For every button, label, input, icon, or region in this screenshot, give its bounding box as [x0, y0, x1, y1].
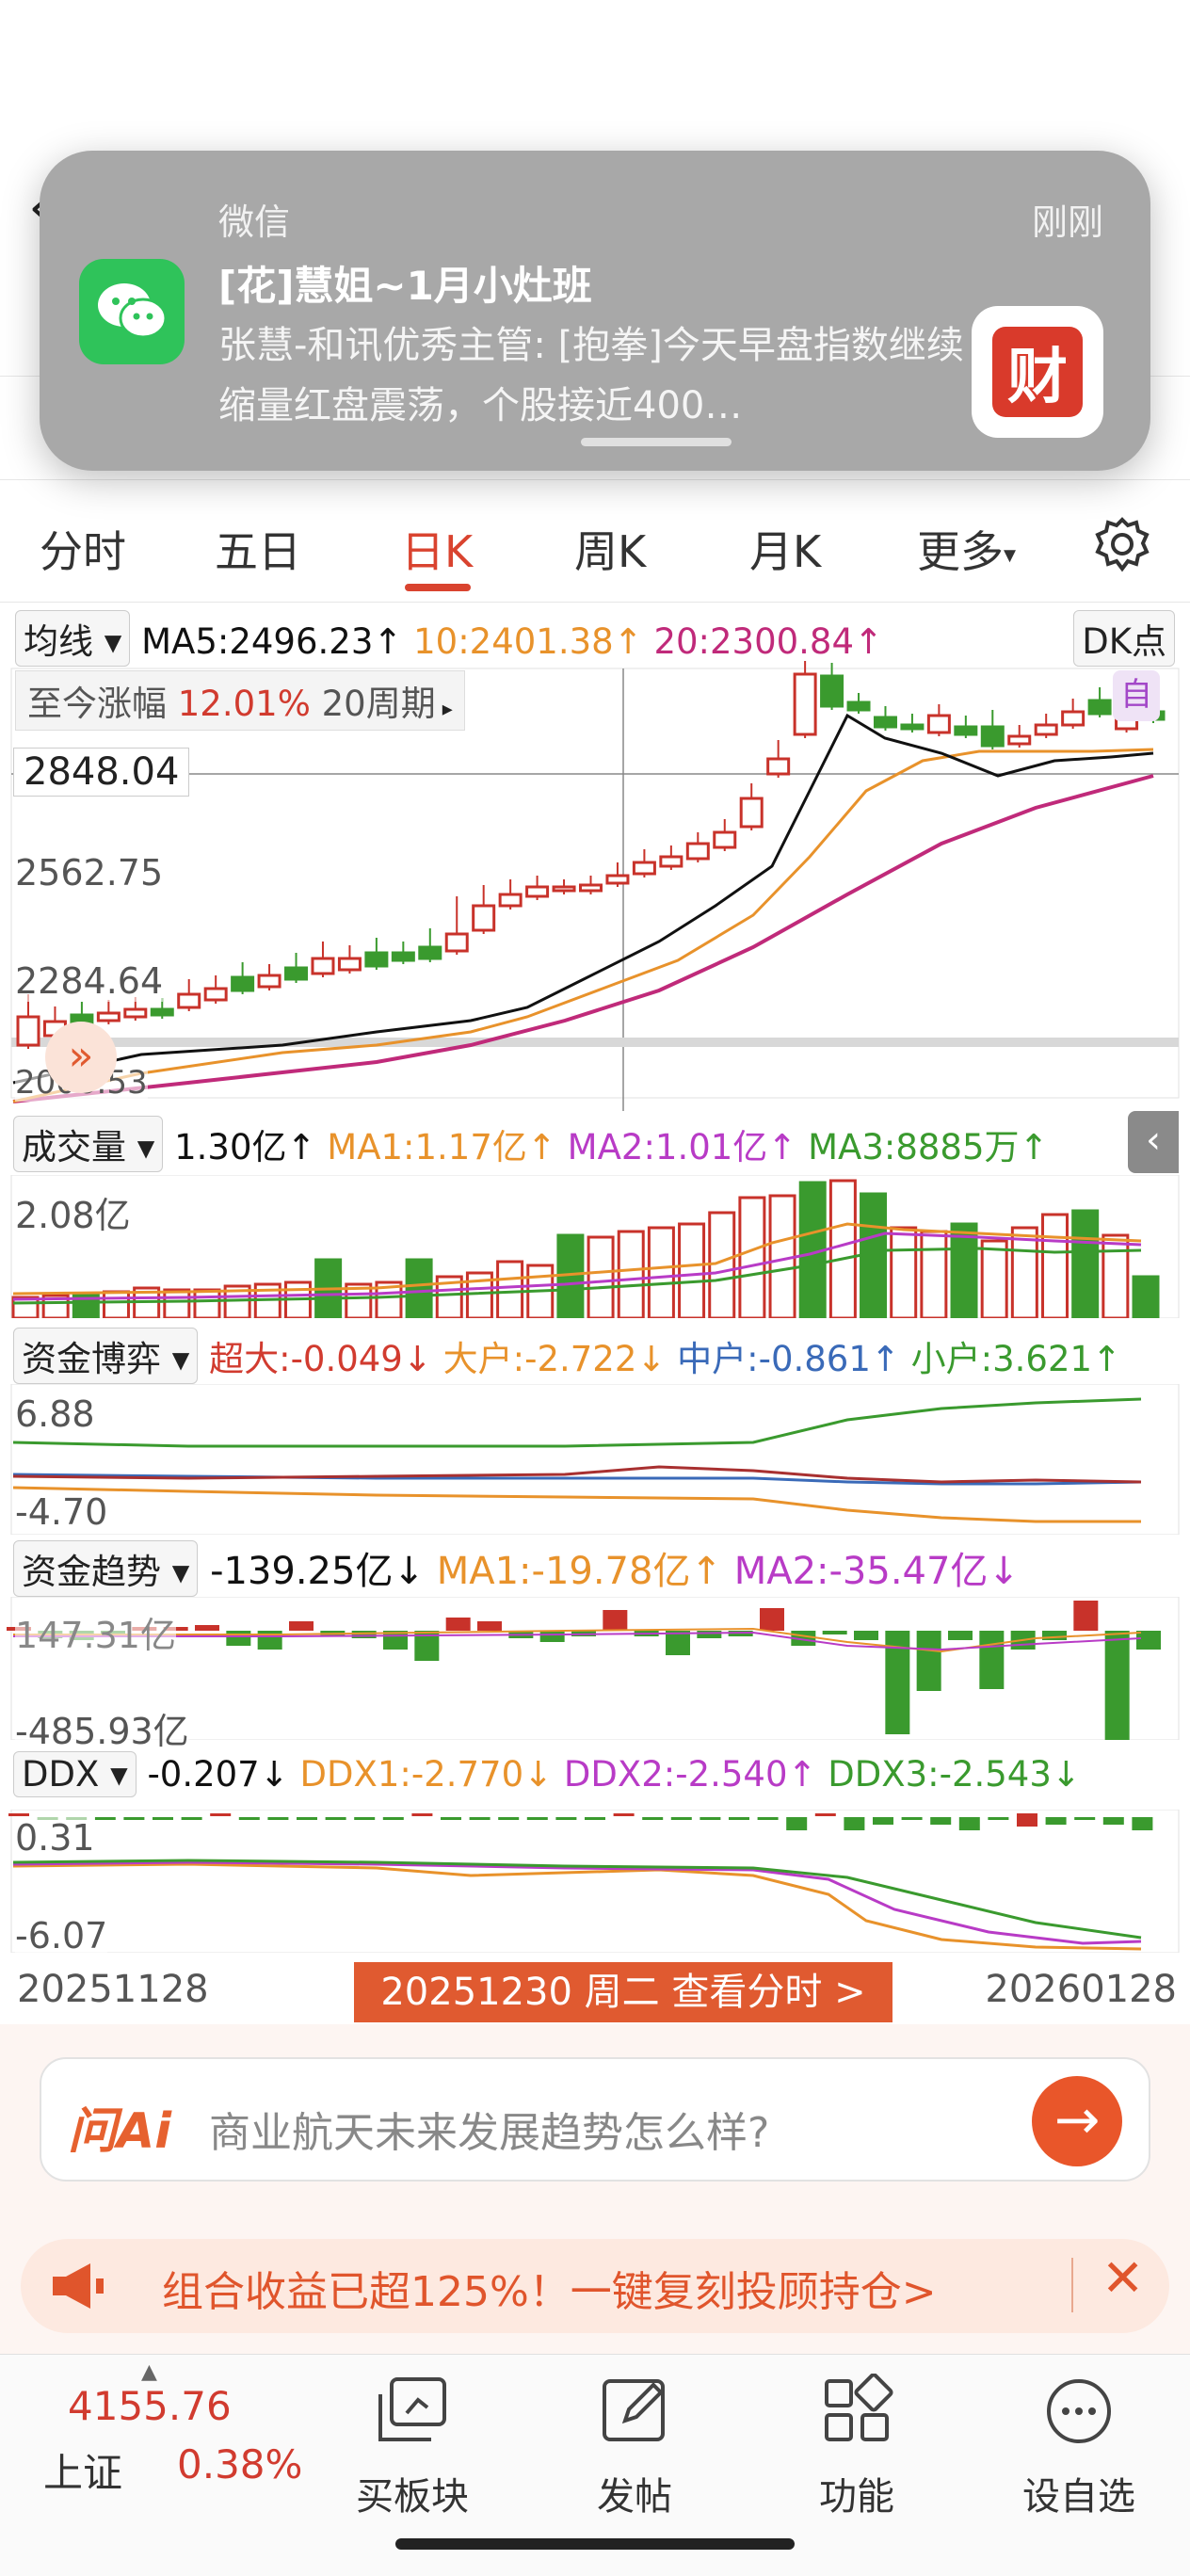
- date-end: 20260128: [985, 1968, 1177, 2011]
- ma-legend: 均线 ▾ MA5:2496.23↑ 10:2401.38↑ 20:2300.84…: [15, 610, 883, 667]
- sector-icon: [375, 2374, 450, 2449]
- tab-more[interactable]: 更多▾: [917, 518, 1016, 580]
- tab-daily-k[interactable]: 日K: [401, 518, 473, 580]
- price-axis-label: 2284.64: [15, 960, 164, 1002]
- grid-icon: [819, 2374, 894, 2449]
- dk-button[interactable]: DK点: [1073, 610, 1175, 667]
- wechat-icon: [79, 259, 185, 364]
- volume-value: 1.30亿↑: [174, 1127, 316, 1167]
- ma20-value: 20:2300.84↑: [653, 621, 884, 662]
- volume-ma2: MA2:1.01亿↑: [567, 1127, 797, 1167]
- close-icon[interactable]: ✕: [1102, 2248, 1144, 2308]
- gain-value: 12.01%: [177, 684, 311, 724]
- ma-selector[interactable]: 均线 ▾: [15, 610, 131, 667]
- capital-trend-selector[interactable]: 资金趋势 ▾: [13, 1540, 199, 1597]
- ddx1-value: DDX1:-2.770↓: [299, 1754, 554, 1795]
- volume-legend: 成交量 ▾ 1.30亿↑ MA1:1.17亿↑ MA2:1.01亿↑ MA3:8…: [13, 1116, 1048, 1172]
- index-name[interactable]: 上证: [43, 2441, 122, 2499]
- volume-selector[interactable]: 成交量 ▾: [13, 1116, 164, 1172]
- ddx-selector[interactable]: DDX ▾: [13, 1751, 137, 1797]
- ddx2-value: DDX2:-2.540↑: [563, 1754, 817, 1795]
- tab-weekly-k[interactable]: 周K: [574, 518, 646, 580]
- notification-app-name: 微信: [218, 201, 291, 243]
- self-select-badge[interactable]: 自: [1113, 670, 1160, 721]
- ai-question-box[interactable]: 问Ai 商业航天未来发展趋势怎么样? →: [40, 2057, 1150, 2182]
- notification-title: [花]慧姐~1月小灶班: [218, 263, 592, 309]
- functions-button[interactable]: 功能: [781, 2374, 932, 2520]
- volume-ma1: MA1:1.17亿↑: [327, 1127, 556, 1167]
- chevron-down-icon: ▾: [1004, 540, 1017, 570]
- gain-box[interactable]: 至今涨幅 12.01% 20周期 ▸: [15, 670, 465, 731]
- notification-time: 刚刚: [1031, 201, 1103, 243]
- selected-date-button[interactable]: 20251230 周二 查看分时 >: [354, 1962, 892, 2022]
- ma10-value: 10:2401.38↑: [413, 621, 643, 662]
- megaphone-icon: [49, 2260, 107, 2316]
- expand-arrow-icon[interactable]: »: [45, 1022, 117, 1093]
- tab-five-day[interactable]: 五日: [215, 518, 301, 580]
- ddx-legend: DDX ▾ -0.207↓ DDX1:-2.770↓ DDX2:-2.540↑ …: [13, 1751, 1081, 1797]
- notification-banner[interactable]: 微信 刚刚 [花]慧姐~1月小灶班 张慧-和讯优秀主管: [抱拳]今天早盘指数继…: [40, 151, 1150, 471]
- ma5-value: MA5:2496.23↑: [141, 621, 403, 662]
- ai-prompt: 商业航天未来发展趋势怎么样?: [209, 2109, 770, 2157]
- ddx-chart: [8, 1810, 1180, 1953]
- period-tabs: 分时 五日 日K 周K 月K 更多▾: [0, 490, 1190, 603]
- ddx-axis-bottom: -6.07: [15, 1915, 108, 1956]
- super-large-value: 超大:-0.049↓: [209, 1339, 432, 1379]
- capital-game-legend: 资金博弈 ▾ 超大:-0.049↓ 大户:-2.722↓ 中户:-0.861↑ …: [13, 1328, 1121, 1384]
- capital-trend-ma2: MA2:-35.47亿↓: [733, 1550, 1020, 1593]
- small-value: 小户:3.621↑: [910, 1339, 1122, 1379]
- capital-game-axis-top: 6.88: [15, 1393, 95, 1435]
- arrow-right-icon[interactable]: →: [1032, 2076, 1122, 2166]
- date-start: 20251128: [17, 1968, 209, 2011]
- capital-trend-ma1: MA1:-19.78亿↑: [436, 1550, 722, 1593]
- promo-banner[interactable]: 组合收益已超125%！一键复刻投顾持仓> ✕: [21, 2239, 1169, 2333]
- capital-game-axis-bottom: -4.70: [15, 1491, 108, 1533]
- notification-body: 张慧-和讯优秀主管: [抱拳]今天早盘指数继续缩量红盘震荡，个股接近400…: [218, 324, 964, 427]
- more-icon: [1041, 2374, 1117, 2449]
- large-value: 大户:-2.722↓: [442, 1339, 667, 1379]
- ai-logo: 问Ai: [68, 2103, 172, 2160]
- add-watchlist-button[interactable]: 设自选: [1004, 2374, 1154, 2520]
- collapse-panel-icon[interactable]: ‹: [1128, 1111, 1179, 1173]
- price-axis-label: 2562.75: [15, 852, 164, 894]
- medium-value: 中户:-0.861↑: [677, 1339, 900, 1379]
- capital-game-chart: [10, 1384, 1180, 1535]
- promo-divider: [1071, 2258, 1073, 2312]
- capital-trend-value: -139.25亿↓: [210, 1550, 425, 1593]
- post-button[interactable]: 发帖: [559, 2374, 710, 2520]
- capital-trend-legend: 资金趋势 ▾ -139.25亿↓ MA1:-19.78亿↑ MA2:-35.47…: [13, 1540, 1020, 1597]
- volume-axis-top: 2.08亿: [15, 1186, 131, 1238]
- capital-trend-axis-bottom: -485.93亿: [15, 1702, 189, 1754]
- ddx3-value: DDX3:-2.543↓: [828, 1754, 1081, 1795]
- home-indicator: [395, 2538, 795, 2550]
- tab-intraday[interactable]: 分时: [40, 518, 126, 580]
- crosshair-price: 2848.04: [13, 748, 190, 797]
- volume-chart: [10, 1175, 1180, 1318]
- edit-icon: [597, 2374, 672, 2449]
- caret-up-icon: ▲: [141, 2360, 157, 2384]
- sender-app-icon: 财: [972, 306, 1103, 438]
- capital-trend-axis-top: 147.31亿: [15, 1606, 176, 1658]
- index-change[interactable]: 0.38%: [177, 2441, 302, 2487]
- index-value[interactable]: 4155.76: [68, 2383, 232, 2429]
- active-tab-indicator: [405, 584, 471, 591]
- volume-ma3: MA3:8885万↑: [808, 1127, 1049, 1167]
- gear-icon[interactable]: [1092, 514, 1152, 578]
- tab-monthly-k[interactable]: 月K: [749, 518, 821, 580]
- notification-grabber[interactable]: [581, 438, 732, 446]
- buy-sector-button[interactable]: 买板块: [337, 2374, 488, 2520]
- period-label: 20周期: [321, 684, 436, 724]
- promo-text: 组合收益已超125%！一键复刻投顾持仓>: [162, 2268, 937, 2316]
- ddx-value: -0.207↓: [147, 1754, 289, 1795]
- capital-game-selector[interactable]: 资金博弈 ▾: [13, 1328, 199, 1384]
- ddx-axis-top: 0.31: [15, 1817, 95, 1859]
